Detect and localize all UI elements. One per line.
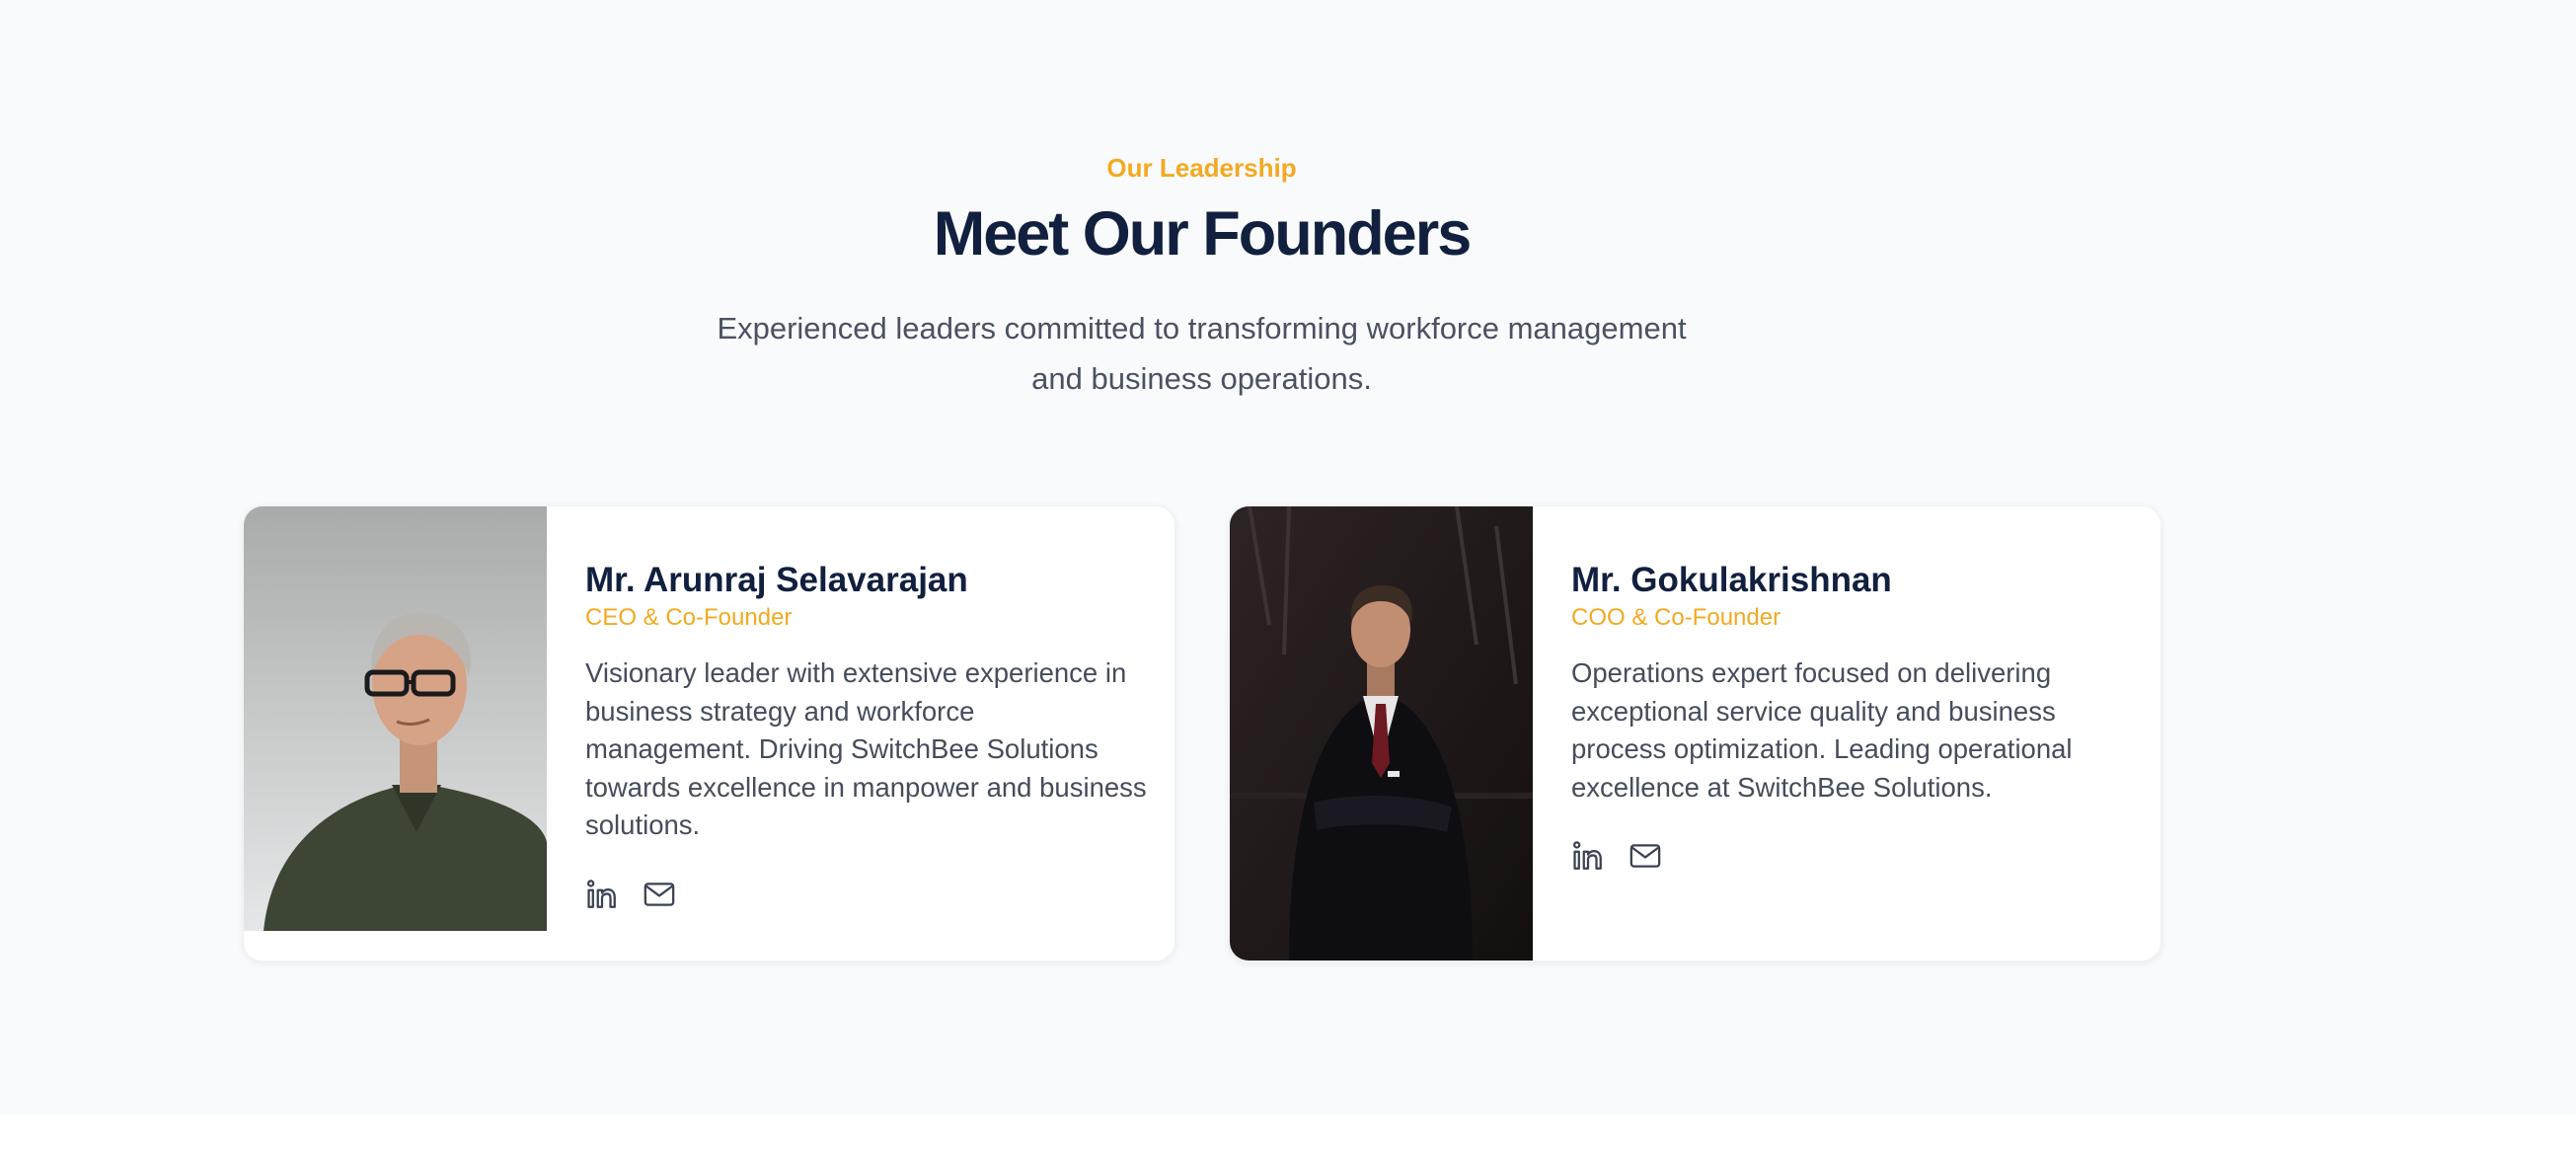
founder-card: Mr. Arunraj Selavarajan CEO & Co-Founder… xyxy=(243,505,1175,961)
founder-role: COO & Co-Founder xyxy=(1571,604,1781,631)
social-links xyxy=(585,878,1148,911)
linkedin-link[interactable] xyxy=(1571,839,1605,873)
section-eyebrow: Our Leadership xyxy=(1106,153,1297,183)
founder-info: Mr. Gokulakrishnan COO & Co-Founder Oper… xyxy=(1571,558,2134,873)
linkedin-link[interactable] xyxy=(585,878,619,911)
email-link[interactable] xyxy=(643,878,676,911)
founder-photo xyxy=(1230,506,1533,961)
mail-icon xyxy=(644,882,675,906)
founder-card: Mr. Gokulakrishnan COO & Co-Founder Oper… xyxy=(1229,505,2161,961)
mail-icon xyxy=(1629,844,1661,868)
founder-bio: Visionary leader with extensive experien… xyxy=(585,657,1147,840)
section-title: Meet Our Founders xyxy=(933,199,1473,269)
founder-role: CEO & Co-Founder xyxy=(585,604,793,631)
linkedin-icon xyxy=(586,879,616,908)
founder-name: Mr. Arunraj Selavarajan xyxy=(585,561,968,599)
section-subtitle: Experienced leaders committed to transfo… xyxy=(717,311,1687,396)
founders-section: Our Leadership Meet Our Founders Experie… xyxy=(0,0,2576,1115)
founder-info: Mr. Arunraj Selavarajan CEO & Co-Founder… xyxy=(585,558,1148,911)
social-links xyxy=(1571,839,2134,873)
email-link[interactable] xyxy=(1629,839,1662,873)
founder-bio: Operations expert focused on delivering … xyxy=(1571,657,2073,803)
founder-name: Mr. Gokulakrishnan xyxy=(1571,561,1892,599)
linkedin-icon xyxy=(1572,841,1602,870)
founder-photo xyxy=(244,506,547,931)
